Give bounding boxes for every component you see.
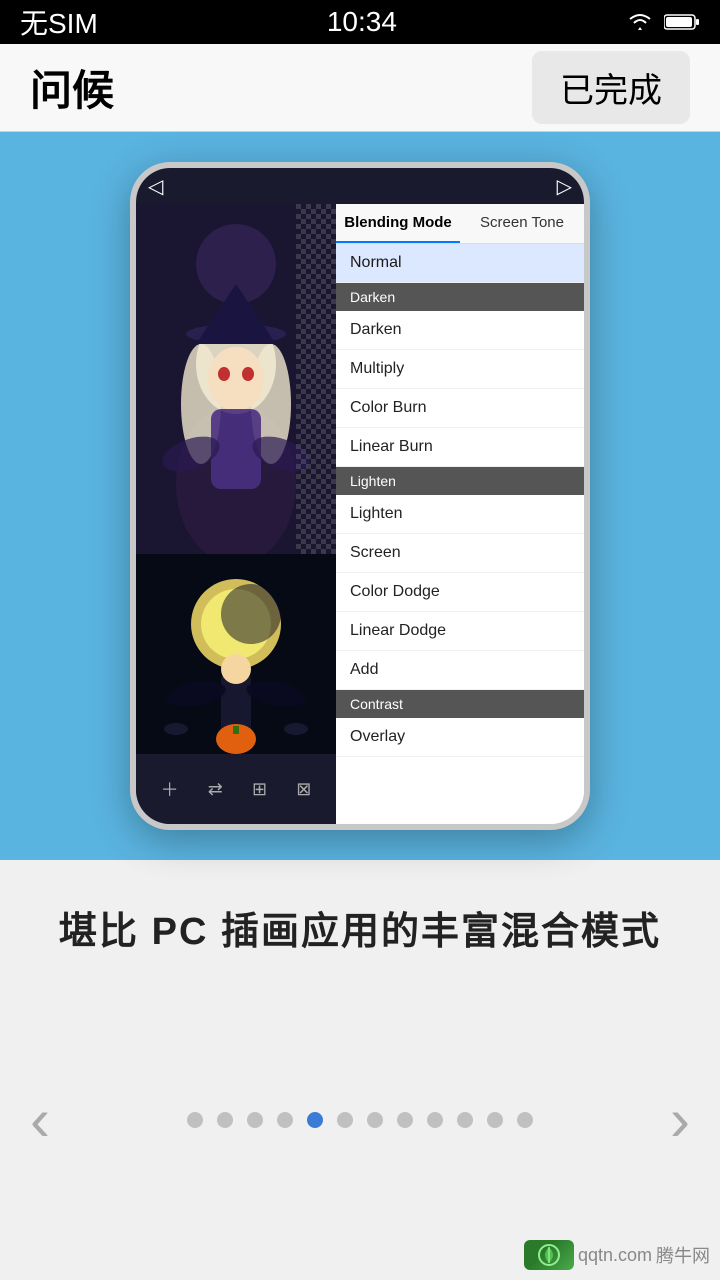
blend-item-linear-dodge[interactable]: Linear Dodge: [336, 612, 584, 651]
category-contrast: Contrast: [336, 690, 584, 718]
reorder-button[interactable]: ⇄: [208, 779, 223, 800]
main-content: ◁ ▷: [0, 132, 720, 1174]
delete-button[interactable]: ⊠: [296, 779, 311, 800]
battery-icon: [664, 6, 700, 38]
blend-item-overlay[interactable]: Overlay: [336, 718, 584, 757]
category-lighten: Lighten: [336, 467, 584, 495]
blend-list: Normal Darken Darken Multiply Color Burn…: [336, 244, 584, 824]
right-blend-panel: Blending Mode Screen Tone Normal Darken …: [336, 204, 584, 824]
watermark-site: qqtn.com: [578, 1245, 652, 1266]
dot-4[interactable]: [307, 1112, 323, 1128]
dot-11[interactable]: [517, 1112, 533, 1128]
dot-7[interactable]: [397, 1112, 413, 1128]
page-title: 问候: [30, 57, 114, 118]
phone-mockup: ◁ ▷: [130, 162, 590, 830]
watermark-logo: [524, 1240, 574, 1270]
blend-item-lighten[interactable]: Lighten: [336, 495, 584, 534]
dots-row: [187, 1112, 533, 1128]
dot-0[interactable]: [187, 1112, 203, 1128]
dot-6[interactable]: [367, 1112, 383, 1128]
dot-1[interactable]: [217, 1112, 233, 1128]
blend-item-linear-burn[interactable]: Linear Burn: [336, 428, 584, 467]
forward-button[interactable]: ▷: [557, 174, 572, 199]
dot-9[interactable]: [457, 1112, 473, 1128]
dot-8[interactable]: [427, 1112, 443, 1128]
dot-2[interactable]: [247, 1112, 263, 1128]
thumbnail-strip: [136, 554, 336, 754]
carousel-nav: ‹ ›: [0, 1065, 720, 1174]
tab-blending-mode[interactable]: Blending Mode: [336, 204, 460, 243]
dot-3[interactable]: [277, 1112, 293, 1128]
carousel: ◁ ▷: [0, 132, 720, 860]
phone-screen: ◁ ▷: [136, 168, 584, 824]
carrier-label: 无SIM: [20, 2, 98, 42]
watermark-brand: 腾牛网: [656, 1242, 710, 1268]
caption-spacer: [0, 985, 720, 1065]
dot-5[interactable]: [337, 1112, 353, 1128]
watermark: qqtn.com 腾牛网: [524, 1240, 710, 1270]
artwork-canvas: [136, 204, 336, 554]
dot-10[interactable]: [487, 1112, 503, 1128]
prev-arrow[interactable]: ‹: [30, 1085, 50, 1154]
next-arrow[interactable]: ›: [670, 1085, 690, 1154]
blend-tabs: Blending Mode Screen Tone: [336, 204, 584, 244]
blend-item-color-dodge[interactable]: Color Dodge: [336, 573, 584, 612]
blend-item-color-burn[interactable]: Color Burn: [336, 389, 584, 428]
bottom-tools: ＋ ⇄ ⊞ ⊠: [136, 754, 336, 824]
thumbnail-art: [136, 554, 336, 754]
blend-item-multiply[interactable]: Multiply: [336, 350, 584, 389]
blend-item-screen[interactable]: Screen: [336, 534, 584, 573]
wifi-icon: [626, 6, 654, 38]
category-darken: Darken: [336, 283, 584, 311]
blend-item-darken[interactable]: Darken: [336, 311, 584, 350]
status-right-icons: [626, 6, 700, 38]
caption-area: 堪比 PC 插画应用的丰富混合模式: [0, 860, 720, 985]
add-layer-button[interactable]: ＋: [161, 776, 179, 802]
caption-text: 堪比 PC 插画应用的丰富混合模式: [40, 900, 680, 955]
done-button[interactable]: 已完成: [532, 51, 690, 124]
blend-item-normal[interactable]: Normal: [336, 244, 584, 283]
blending-panel: ＋ ⇄ ⊞ ⊠ Blending Mode Screen Tone: [136, 204, 584, 824]
status-bar: 无SIM 10:34: [0, 0, 720, 44]
copy-button[interactable]: ⊞: [252, 779, 267, 800]
left-panel: ＋ ⇄ ⊞ ⊠: [136, 204, 336, 824]
blend-item-add[interactable]: Add: [336, 651, 584, 690]
tab-screen-tone[interactable]: Screen Tone: [460, 204, 584, 243]
navigation-bar: 问候 已完成: [0, 44, 720, 132]
back-button[interactable]: ◁: [148, 174, 163, 199]
phone-top-bar: ◁ ▷: [136, 168, 584, 204]
time-label: 10:34: [327, 6, 397, 38]
